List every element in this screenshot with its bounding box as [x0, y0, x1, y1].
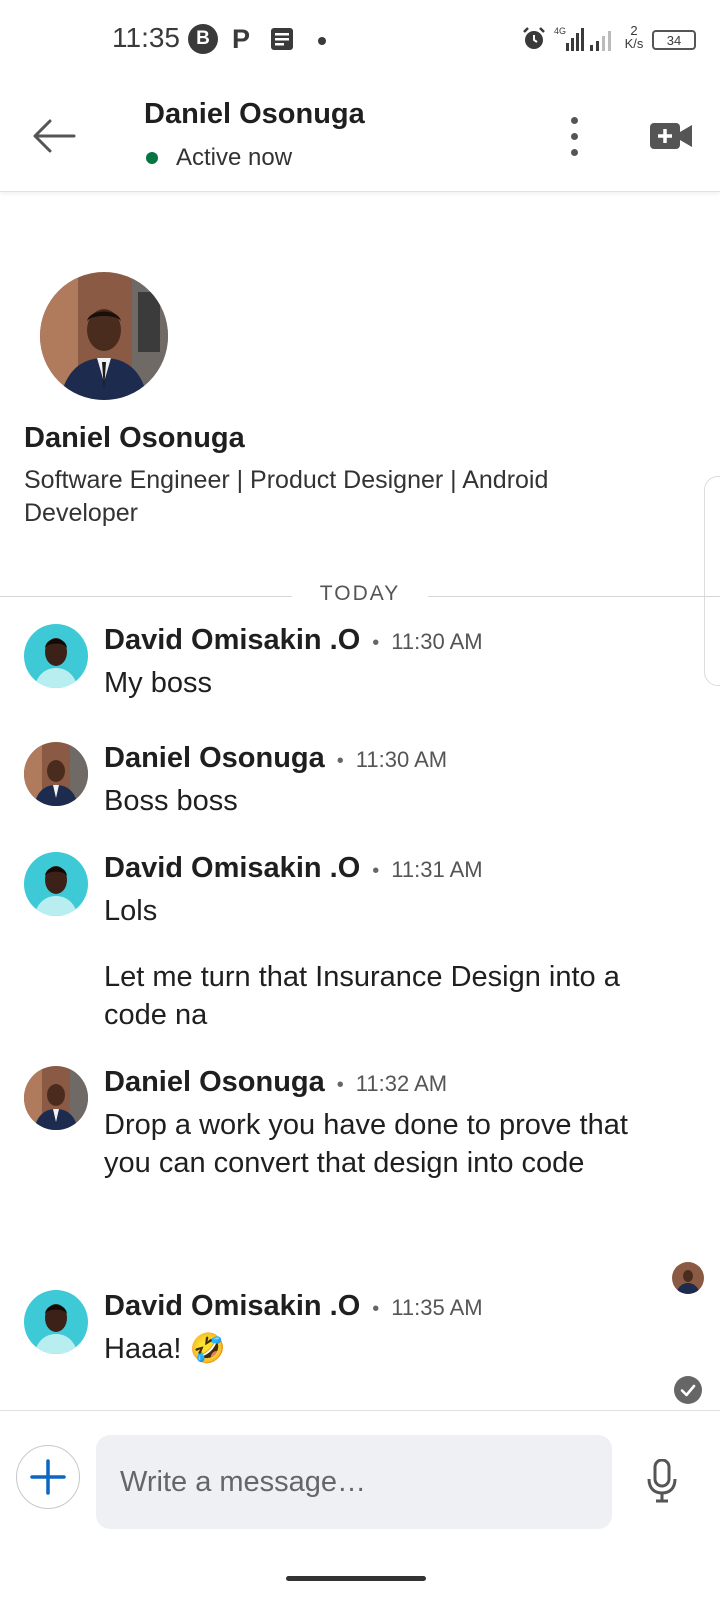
conversation-header: Daniel Osonuga Active now: [0, 80, 720, 192]
back-button[interactable]: [28, 110, 80, 162]
add-attachment-button[interactable]: [16, 1445, 80, 1509]
message-text[interactable]: Boss boss: [104, 782, 664, 820]
network-speed-unit: K/s: [624, 36, 644, 51]
sent-check-icon: [674, 1376, 702, 1404]
message-sender[interactable]: David Omisakin .O: [104, 1290, 360, 1323]
network-speed: 2 K/s: [620, 24, 648, 54]
message-text[interactable]: Drop a work you have done to prove that …: [104, 1106, 664, 1182]
microphone-icon: [647, 1459, 677, 1503]
message-text[interactable]: Let me turn that Insurance Design into a…: [104, 958, 664, 1034]
separator: •: [336, 750, 344, 772]
dot-icon: [570, 148, 578, 156]
avatar[interactable]: [24, 1066, 88, 1130]
message-sender[interactable]: Daniel Osonuga: [104, 1066, 325, 1099]
message-time: 11:30 AM: [355, 747, 448, 772]
contact-name[interactable]: Daniel Osonuga: [144, 98, 365, 131]
message-header: Daniel Osonuga • 11:32 AM: [104, 1066, 447, 1099]
day-divider-label: TODAY: [319, 582, 401, 605]
arrow-left-icon: [33, 119, 76, 153]
message-sender[interactable]: David Omisakin .O: [104, 852, 360, 885]
message-time: 11:30 AM: [391, 629, 483, 654]
message-group: Daniel Osonuga • 11:30 AM Boss boss: [0, 742, 720, 832]
profile-headline: Software Engineer | Product Designer | A…: [24, 466, 549, 527]
signal-strength-icon: 4G: [554, 24, 586, 54]
more-options-button[interactable]: [556, 110, 592, 162]
signal-strength-2-icon: [588, 24, 616, 54]
presence-dot: [146, 152, 158, 164]
message-input[interactable]: [96, 1435, 612, 1529]
message-group: David Omisakin .O • 11:35 AM Haaa! 🤣: [0, 1290, 720, 1382]
separator: •: [336, 1074, 344, 1096]
home-indicator[interactable]: [286, 1576, 426, 1581]
battery-icon: 34: [652, 30, 696, 50]
message-group: David Omisakin .O • 11:30 AM My boss: [0, 624, 720, 714]
dot-icon: [570, 116, 578, 124]
status-time: 11:35: [112, 22, 180, 53]
divider-line: [428, 596, 720, 597]
b-notification-icon: B: [188, 24, 218, 54]
plus-icon: [30, 1459, 66, 1495]
separator: •: [372, 1298, 380, 1320]
message-text[interactable]: My boss: [104, 664, 664, 702]
voice-message-button[interactable]: [640, 1451, 684, 1511]
network-type-label: 4G: [554, 26, 566, 36]
message-composer: [0, 1410, 720, 1550]
profile-name[interactable]: Daniel Osonuga: [24, 422, 245, 455]
status-bar: 11:35 B P 4G 2 K/s 34: [0, 0, 720, 80]
profile-photo[interactable]: [40, 272, 168, 400]
video-camera-plus-icon: [650, 123, 692, 149]
day-divider: TODAY: [0, 580, 720, 614]
avatar[interactable]: [24, 1290, 88, 1354]
separator: •: [372, 860, 380, 882]
message-group: David Omisakin .O • 11:31 AM Lols Let me…: [0, 852, 720, 1042]
message-time: 11:32 AM: [355, 1071, 448, 1096]
avatar[interactable]: [24, 742, 88, 806]
message-group: Daniel Osonuga • 11:32 AM Drop a work yo…: [0, 1066, 720, 1226]
separator: •: [372, 632, 380, 654]
p-notification-icon: P: [231, 23, 250, 54]
news-notification-icon: [268, 24, 296, 54]
message-sender[interactable]: David Omisakin .O: [104, 624, 360, 657]
message-header: David Omisakin .O • 11:35 AM: [104, 1290, 483, 1323]
message-time: 11:31 AM: [391, 857, 483, 882]
message-text[interactable]: Haaa! 🤣: [104, 1330, 664, 1368]
alarm-icon: [520, 24, 548, 54]
message-header: Daniel Osonuga • 11:30 AM: [104, 742, 447, 775]
message-header: David Omisakin .O • 11:30 AM: [104, 624, 483, 657]
presence-status: Active now: [176, 144, 293, 171]
avatar[interactable]: [24, 624, 88, 688]
dot-icon: [570, 132, 578, 140]
video-call-button[interactable]: [646, 110, 696, 162]
message-text[interactable]: Lols: [104, 892, 664, 930]
message-time: 11:35 AM: [391, 1295, 483, 1320]
divider-line: [0, 596, 292, 597]
message-header: David Omisakin .O • 11:31 AM: [104, 852, 483, 885]
message-sender[interactable]: Daniel Osonuga: [104, 742, 325, 775]
avatar[interactable]: [24, 852, 88, 916]
more-notifications-dot-icon: [318, 37, 326, 45]
